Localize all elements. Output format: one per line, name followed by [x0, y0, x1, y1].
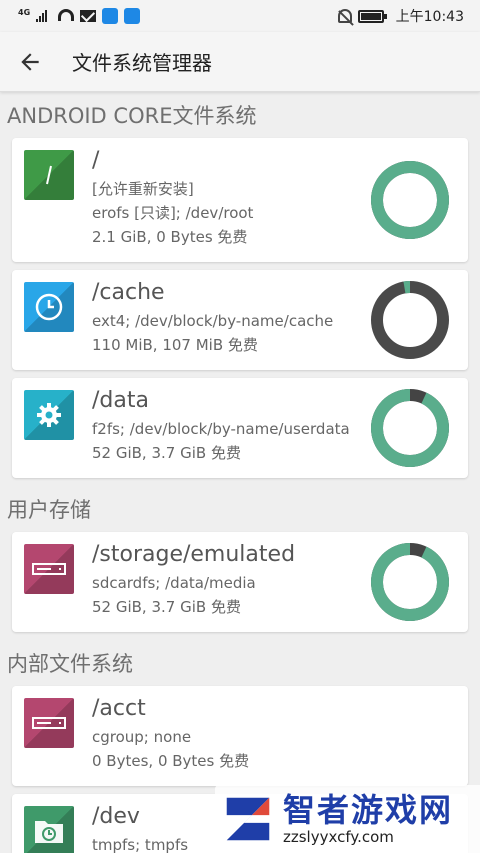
mount-path: /acct — [92, 696, 146, 721]
app-bar: 文件系统管理器 — [0, 32, 480, 92]
bell-off-icon — [337, 9, 352, 23]
network-type: 4G — [18, 7, 31, 17]
page-title: 文件系统管理器 — [72, 51, 212, 75]
back-button[interactable] — [0, 32, 60, 92]
filesystem-card[interactable]: /cache ext4; /dev/block/by-name/cache 110 … — [12, 270, 468, 370]
mount-detail: sdcardfs; /data/media — [92, 574, 256, 592]
status-time: 上午10:43 — [395, 9, 464, 25]
section-title: 用户存储 — [7, 498, 91, 522]
usage-donut-chart — [368, 386, 452, 474]
mount-detail: ext4; /dev/block/by-name/cache — [92, 312, 334, 330]
folder-clock-icon — [24, 806, 74, 853]
filesystem-card[interactable]: /storage/emulated sdcardfs; /data/media 52… — [12, 532, 468, 632]
usage-donut-chart — [368, 278, 452, 366]
section-title: 内部文件系统 — [7, 652, 133, 676]
filesystem-card[interactable]: /data f2fs; /dev/block/by-name/userdata 52… — [12, 378, 468, 478]
mount-detail: tmpfs; tmpfs — [92, 836, 189, 853]
status-right: 上午10:43 — [337, 6, 464, 26]
gear-icon — [24, 390, 74, 440]
mount-path: /storage/emulated — [92, 542, 296, 567]
drive-icon — [24, 544, 74, 594]
watermark: 智者游戏网 zzslyyxcfy.com — [215, 785, 480, 853]
mount-path: / — [92, 148, 100, 173]
mount-detail: erofs [只读]; /dev/root — [92, 204, 254, 222]
filesystem-card[interactable]: /acct cgroup; none 0 Bytes, 0 Bytes 免费 — [12, 686, 468, 786]
mount-path: /dev — [92, 804, 140, 829]
wifi-icon — [58, 9, 75, 23]
z-logo-icon — [226, 797, 270, 841]
mount-detail: f2fs; /dev/block/by-name/userdata — [92, 420, 350, 438]
slash-icon — [24, 150, 74, 200]
watermark-title: 智者游戏网 — [283, 791, 454, 829]
mount-detail: 52 GiB, 3.7 GiB 免费 — [92, 598, 241, 616]
filesystem-list: ANDROID CORE文件系统 / [允许重新安装] erofs [只读]; /de… — [0, 92, 480, 853]
cloud-app-icon — [124, 8, 141, 24]
mount-detail: 110 MiB, 107 MiB 免费 — [92, 336, 258, 354]
mount-path: /cache — [92, 280, 165, 305]
mount-detail: [允许重新安装] — [92, 180, 194, 198]
watermark-url: zzslyyxcfy.com — [283, 828, 394, 846]
filesystem-card[interactable]: / [允许重新安装] erofs [只读]; /dev/root 2.1 GiB, 0… — [12, 138, 468, 262]
clock-icon — [24, 282, 74, 332]
arrow-left-icon — [21, 52, 39, 71]
mount-path: /data — [92, 388, 149, 413]
mount-detail: 2.1 GiB, 0 Bytes 免费 — [92, 228, 248, 246]
mount-detail: 52 GiB, 3.7 GiB 免费 — [92, 444, 241, 462]
drive-icon — [24, 698, 74, 748]
mount-detail: cgroup; none — [92, 728, 192, 746]
usage-donut-chart — [368, 158, 452, 246]
shield-app-icon — [102, 8, 119, 24]
battery-icon — [357, 9, 387, 23]
mount-detail: 0 Bytes, 0 Bytes 免费 — [92, 752, 250, 770]
usage-donut-chart — [368, 540, 452, 628]
status-bar: 4G 上午10:43 — [0, 0, 480, 32]
signal-icon — [36, 10, 52, 22]
section-title: ANDROID CORE文件系统 — [7, 104, 257, 128]
mail-icon — [80, 10, 97, 22]
status-left: 4G — [18, 7, 141, 24]
